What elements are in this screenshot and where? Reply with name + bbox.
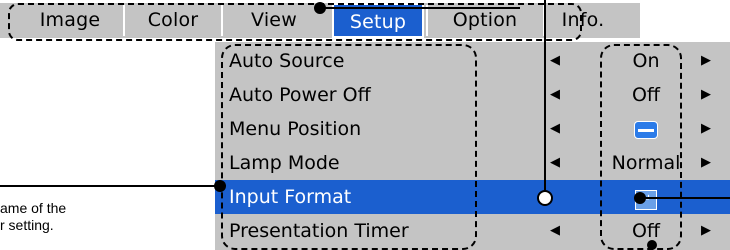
callout-text-line: r setting. <box>0 217 54 233</box>
callout-dot <box>634 192 646 204</box>
callout-dot <box>647 240 657 250</box>
callout-dot <box>214 180 226 192</box>
callout-dot <box>314 2 326 14</box>
callout-dot <box>537 190 553 206</box>
callout-text-line: ame of the <box>0 200 67 216</box>
callout-text: ame of the r setting. <box>0 200 200 234</box>
